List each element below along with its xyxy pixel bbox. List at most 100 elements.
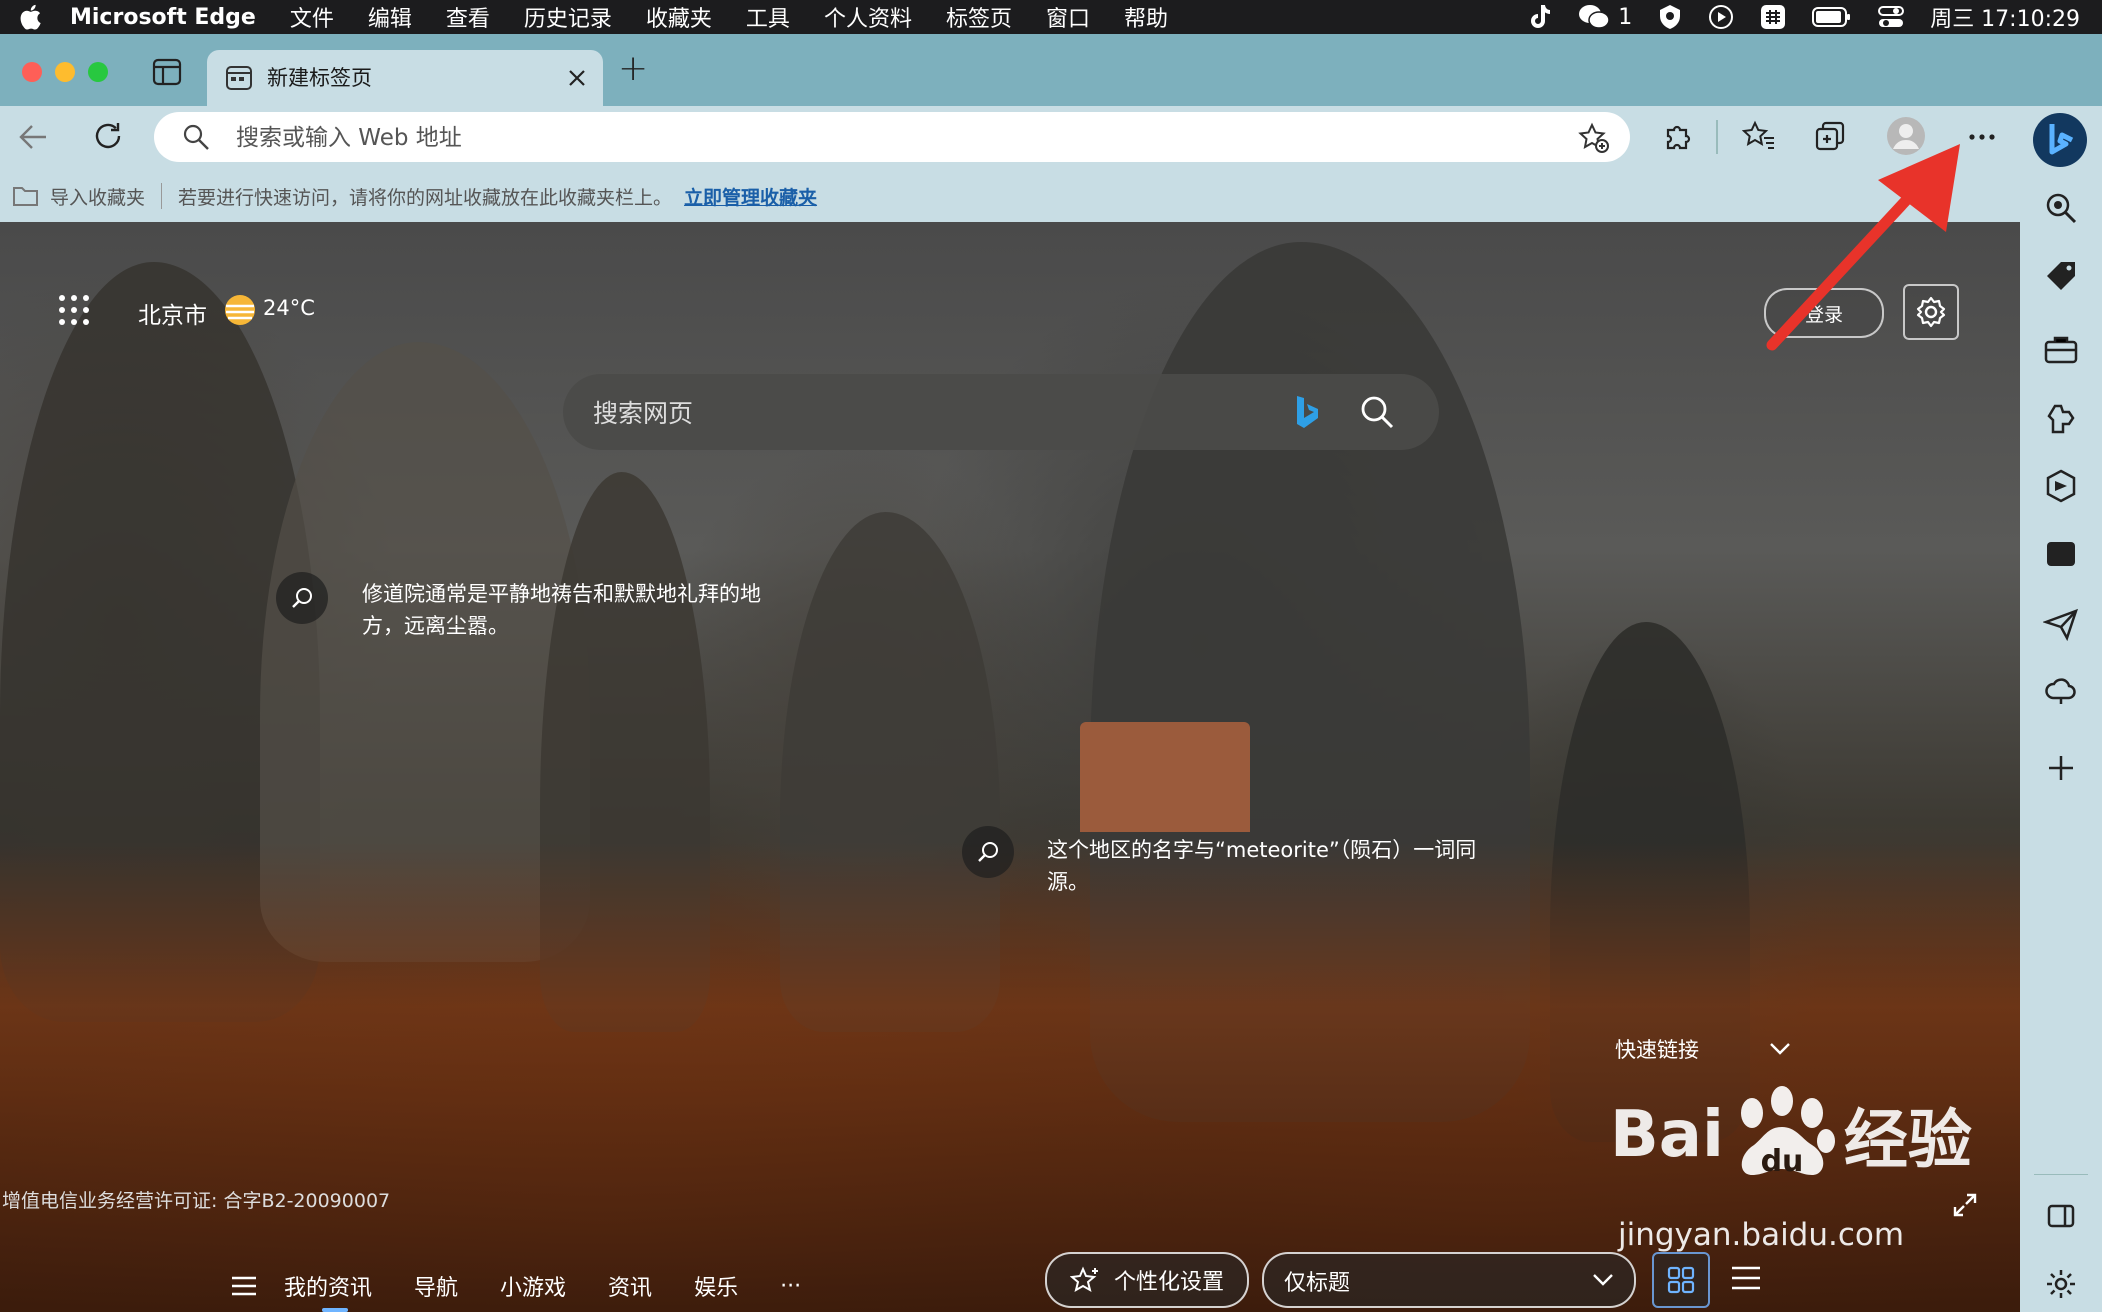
sidebar-panel-toggle-icon[interactable] (2043, 1198, 2079, 1234)
address-input[interactable] (234, 112, 1538, 164)
weather-city[interactable]: 北京市 (138, 296, 207, 330)
feed-layout-dropdown[interactable]: 仅标题 (1262, 1252, 1636, 1308)
sidebar-search-icon[interactable] (2043, 190, 2079, 226)
hotspot-1-caption[interactable]: 修道院通常是平静地祷告和默默地礼拜的地方，远离尘嚣。 (362, 578, 792, 642)
menu-help[interactable]: 帮助 (1124, 1, 1168, 33)
address-bar[interactable] (154, 112, 1630, 164)
sidebar-drop-icon[interactable] (2043, 606, 2079, 642)
import-folder-icon (13, 187, 38, 206)
sunny-haze-icon[interactable] (222, 292, 258, 328)
import-favorites-label: 导入收藏夹 (50, 186, 146, 209)
license-text[interactable]: 增值电信业务经营许可证: 合字B2-20090007 (2, 1186, 390, 1213)
bing-logo-icon[interactable] (1293, 393, 1321, 431)
sidebar-cloud-icon[interactable] (2043, 672, 2079, 708)
wechat-status[interactable]: 1 (1578, 4, 1632, 30)
macos-menubar: Microsoft Edge 文件 编辑 查看 历史记录 收藏夹 工具 个人资料… (0, 0, 2102, 34)
toolbar-divider (1716, 120, 1718, 154)
search-submit-icon[interactable] (1359, 394, 1395, 430)
copilot-icon[interactable] (2032, 112, 2088, 168)
new-tab-button[interactable]: + (618, 48, 648, 89)
web-search-box[interactable] (563, 374, 1439, 452)
window-zoom-button[interactable] (88, 62, 108, 82)
baidu-watermark: Bai du 经验 jingyan.baidu.com (1610, 1085, 1972, 1253)
grid-view-button[interactable] (1652, 1252, 1710, 1308)
svg-text:du: du (1760, 1144, 1803, 1179)
quick-links-toggle[interactable]: 快速链接 (1615, 1034, 1791, 1064)
clock[interactable]: 周三 17:10:29 (1930, 1, 2080, 33)
feed-tabs: 我的资讯 导航 小游戏 资讯 娱乐 ··· (230, 1256, 843, 1312)
window-minimize-button[interactable] (55, 62, 75, 82)
more-options-icon[interactable] (1968, 132, 1996, 142)
weather-temperature[interactable]: 24°C (263, 296, 315, 320)
hamburger-menu-icon[interactable] (230, 1275, 258, 1297)
input-method-icon[interactable] (1760, 4, 1786, 30)
extensions-icon[interactable] (1662, 120, 1694, 152)
import-favorites-button[interactable]: 导入收藏夹 (12, 183, 145, 210)
feed-tab-news[interactable]: 资讯 (608, 1270, 652, 1302)
feed-tab-games[interactable]: 小游戏 (500, 1270, 566, 1302)
favbar-divider (161, 183, 163, 209)
image-hotspot-1[interactable] (276, 572, 328, 624)
menu-file[interactable]: 文件 (290, 1, 334, 33)
magnifier-icon (292, 588, 312, 608)
personalize-label: 个性化设置 (1113, 1270, 1224, 1295)
feed-layout-selected: 仅标题 (1284, 1271, 1351, 1296)
menu-profile[interactable]: 个人资料 (824, 1, 912, 33)
menu-favorites[interactable]: 收藏夹 (646, 1, 712, 33)
wechat-icon (1579, 5, 1610, 29)
back-icon[interactable] (18, 122, 50, 152)
image-hotspot-2[interactable] (962, 826, 1014, 878)
sidebar-add-icon[interactable] (2043, 750, 2079, 786)
menu-edit[interactable]: 编辑 (368, 1, 412, 33)
tiktok-icon[interactable] (1528, 4, 1552, 30)
sidebar-games-icon[interactable] (2043, 400, 2079, 436)
favbar-hint: 若要进行快速访问，请将你的网址收藏放在此收藏夹栏上。 (178, 186, 673, 209)
sidebar-outlook-icon[interactable] (2043, 536, 2079, 572)
menu-tools[interactable]: 工具 (746, 1, 790, 33)
red-arrow-annotation (1766, 144, 1960, 351)
tab-title: 新建标签页 (267, 66, 372, 90)
control-center-icon[interactable] (1878, 5, 1905, 29)
menu-tabs[interactable]: 标签页 (946, 1, 1012, 33)
personalize-button[interactable]: 个性化设置 (1045, 1252, 1249, 1308)
feed-tab-my-news[interactable]: 我的资讯 (284, 1270, 372, 1312)
quick-links-label: 快速链接 (1615, 1038, 1699, 1062)
sidebar-settings-icon[interactable] (2043, 1266, 2079, 1302)
shield-icon[interactable] (1658, 4, 1682, 30)
web-search-input[interactable] (591, 374, 1275, 452)
tab-actions-icon[interactable] (152, 58, 182, 86)
feed-more-button[interactable]: ··· (780, 1274, 801, 1299)
menu-view[interactable]: 查看 (446, 1, 490, 33)
list-view-icon[interactable] (1726, 1258, 1766, 1298)
refresh-icon[interactable] (92, 120, 124, 152)
sidebar-tools-icon[interactable] (2043, 332, 2079, 368)
apps-launcher-icon[interactable] (58, 294, 90, 326)
chevron-down-icon (1593, 1274, 1613, 1286)
sidebar-shopping-tag-icon[interactable] (2043, 258, 2079, 294)
menu-window[interactable]: 窗口 (1046, 1, 1090, 33)
manage-favorites-link[interactable]: 立即管理收藏夹 (684, 183, 817, 210)
watermark-url: jingyan.baidu.com (1618, 1217, 1905, 1253)
favorites-bar: 导入收藏夹 若要进行快速访问，请将你的网址收藏放在此收藏夹栏上。 立即管理收藏夹 (0, 170, 2020, 223)
search-icon (183, 124, 209, 150)
battery-icon[interactable] (1812, 6, 1852, 28)
grid-icon (1667, 1266, 1695, 1294)
feed-tab-navigation[interactable]: 导航 (414, 1270, 458, 1302)
tab-new-tab[interactable]: 新建标签页 (207, 50, 603, 106)
apple-icon[interactable] (18, 2, 46, 32)
magnifier-icon (978, 842, 998, 862)
close-tab-icon[interactable] (567, 68, 587, 88)
baidu-paw-logo: du (1740, 1086, 1835, 1179)
chevron-down-icon (1770, 1043, 1790, 1055)
monastery (1080, 722, 1250, 832)
feed-tab-entertainment[interactable]: 娱乐 (694, 1270, 738, 1302)
expand-image-icon[interactable] (1952, 1192, 1978, 1218)
browser-toolbar (0, 106, 2020, 170)
app-menu-name[interactable]: Microsoft Edge (70, 5, 256, 30)
add-favorite-icon[interactable] (1578, 122, 1610, 154)
sidebar-office-icon[interactable] (2043, 468, 2079, 504)
window-close-button[interactable] (22, 62, 42, 82)
hotspot-2-caption[interactable]: 这个地区的名字与“meteorite”（陨石）一词同源。 (1047, 834, 1477, 898)
menu-history[interactable]: 历史记录 (524, 1, 612, 33)
play-icon[interactable] (1708, 4, 1734, 30)
